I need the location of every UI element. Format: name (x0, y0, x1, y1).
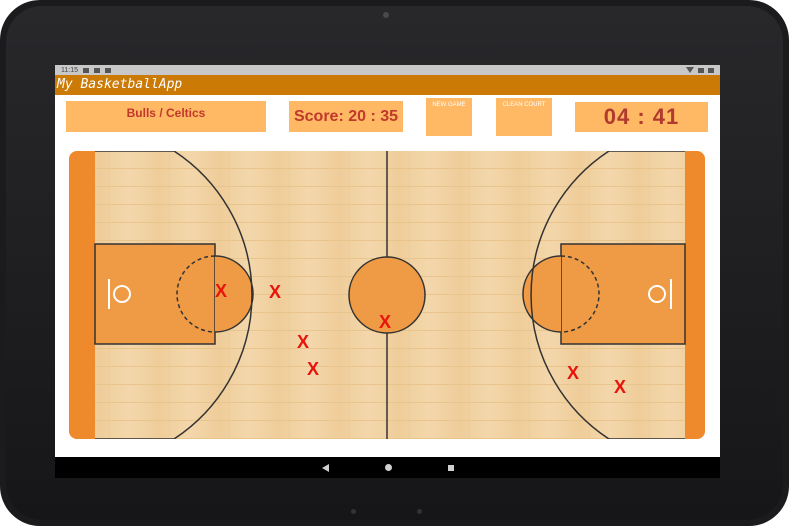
sim-icon (105, 67, 111, 73)
app-title: My BasketballApp (57, 77, 183, 92)
court-drawing[interactable] (69, 151, 705, 439)
status-time: 11:15 (61, 66, 78, 74)
game-timer: 04 : 41 (575, 102, 708, 132)
timer-label: 04 : 41 (603, 104, 680, 129)
signal-icon (698, 67, 704, 73)
left-baseline-strip (69, 151, 95, 439)
player-mark[interactable]: X (307, 360, 319, 378)
app-title-bar: My BasketballApp (55, 75, 720, 95)
clean-court-button[interactable]: CLEAN COURT (496, 98, 552, 136)
camera-icon (383, 12, 389, 18)
new-game-label: NEW GAME (432, 102, 466, 108)
basketball-court[interactable]: X X X X X X X (69, 151, 705, 439)
clean-court-label: CLEAN COURT (502, 102, 546, 108)
player-mark[interactable]: X (614, 378, 626, 396)
android-nav-bar (55, 457, 720, 478)
score-display: Score: 20 : 35 (289, 101, 403, 132)
wifi-icon (686, 67, 694, 73)
teams-label: Bulls / Celtics (126, 106, 206, 120)
right-paint (560, 243, 686, 345)
sensor-icon (417, 509, 422, 514)
status-bar: 11:15 (55, 65, 720, 75)
player-mark[interactable]: X (297, 333, 309, 351)
recent-square-icon[interactable] (447, 464, 454, 471)
player-mark[interactable]: X (269, 283, 281, 301)
teams-button[interactable]: Bulls / Celtics (66, 101, 266, 132)
new-game-button[interactable]: NEW GAME (426, 98, 472, 136)
device-screen: 11:15 My BasketballApp Bulls / Celtics S… (55, 65, 720, 478)
sensor-icon (351, 509, 356, 514)
player-mark[interactable]: X (379, 313, 391, 331)
score-label: Score: 20 : 35 (293, 107, 399, 125)
tablet-frame: 11:15 My BasketballApp Bulls / Celtics S… (0, 0, 789, 526)
player-mark[interactable]: X (215, 282, 227, 300)
home-circle-icon[interactable] (384, 464, 392, 471)
back-triangle-icon[interactable] (321, 463, 329, 472)
notification-icon (94, 67, 100, 73)
right-baseline-strip (685, 151, 705, 439)
player-mark[interactable]: X (567, 364, 579, 382)
battery-icon (708, 67, 714, 73)
settings-icon (83, 67, 89, 73)
